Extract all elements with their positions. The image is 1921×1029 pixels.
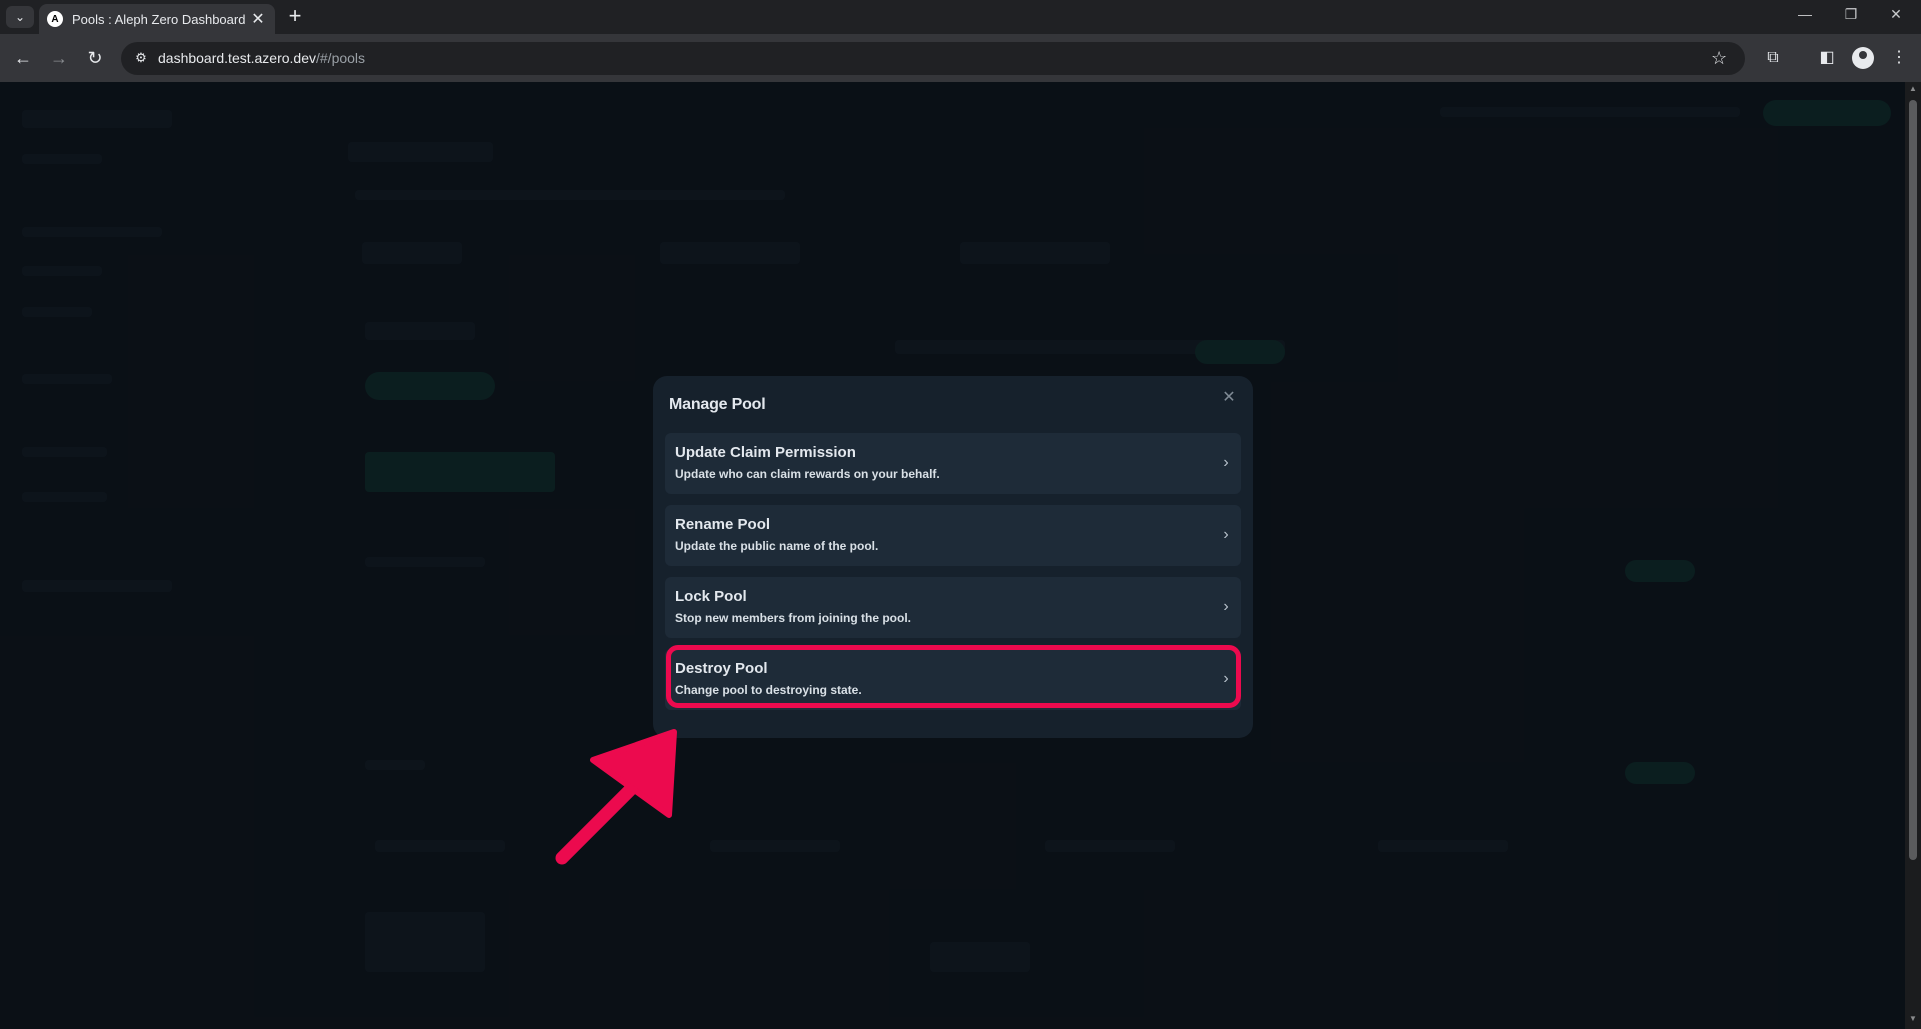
url-text[interactable]: dashboard.test.azero.dev/#/pools	[158, 50, 365, 66]
extensions-icon[interactable]: ⧉	[1762, 47, 1784, 69]
reload-button[interactable]: ↻	[83, 46, 107, 70]
chevron-right-icon: ›	[1223, 598, 1229, 615]
update-claim-permission-option[interactable]: Update Claim Permission Update who can c…	[665, 433, 1241, 494]
bookmark-star-icon[interactable]: ☆	[1711, 48, 1727, 69]
option-description: Stop new members from joining the pool.	[675, 611, 912, 625]
chevron-right-icon: ›	[1223, 526, 1229, 543]
scrollbar-thumb[interactable]	[1909, 100, 1917, 860]
modal-title: Manage Pool	[669, 396, 766, 413]
url-host: dashboard.test.azero.dev	[158, 50, 316, 66]
close-window-button[interactable]: ✕	[1873, 6, 1919, 23]
option-title: Lock Pool	[675, 588, 747, 605]
close-icon[interactable]: ✕	[1221, 390, 1237, 406]
url-path: /#/pools	[316, 50, 366, 66]
scroll-down-arrow-icon[interactable]: ▼	[1908, 1014, 1918, 1023]
page-scrollbar[interactable]: ▲ ▼	[1905, 82, 1921, 1029]
back-button[interactable]: ←	[11, 46, 35, 70]
tab-search-button[interactable]: ⌄	[6, 6, 34, 28]
restore-window-button[interactable]: ❐	[1828, 6, 1874, 23]
option-title: Update Claim Permission	[675, 444, 856, 461]
chevron-right-icon: ›	[1223, 454, 1229, 471]
destroy-pool-highlight-box	[666, 645, 1241, 708]
minimize-window-button[interactable]: —	[1782, 6, 1828, 22]
browser-menu-icon[interactable]: ⋮	[1888, 47, 1910, 69]
rename-pool-option[interactable]: Rename Pool Update the public name of th…	[665, 505, 1241, 566]
option-description: Update who can claim rewards on your beh…	[675, 467, 940, 481]
tab-title: Pools : Aleph Zero Dashboard	[72, 11, 246, 27]
lock-pool-option[interactable]: Lock Pool Stop new members from joining …	[665, 577, 1241, 638]
side-panel-icon[interactable]: ◧	[1816, 47, 1838, 69]
new-tab-button[interactable]: +	[283, 5, 307, 29]
site-info-icon[interactable]: ⚙	[133, 50, 149, 66]
browser-toolbar: ← → ↻ ⚙ dashboard.test.azero.dev/#/pools…	[0, 34, 1921, 82]
profile-avatar-icon[interactable]	[1852, 47, 1874, 69]
browser-tab[interactable]: A Pools : Aleph Zero Dashboard ✕	[39, 4, 275, 34]
scroll-up-arrow-icon[interactable]: ▲	[1908, 84, 1918, 93]
address-bar[interactable]: ⚙ dashboard.test.azero.dev/#/pools ☆	[121, 42, 1745, 75]
option-description: Update the public name of the pool.	[675, 539, 879, 553]
aleph-zero-favicon-icon: A	[47, 11, 63, 27]
forward-button[interactable]: →	[47, 46, 71, 70]
browser-tab-bar: ⌄ A Pools : Aleph Zero Dashboard ✕ + — ❐…	[0, 0, 1921, 34]
tab-close-icon[interactable]: ✕	[249, 9, 267, 29]
option-title: Rename Pool	[675, 516, 771, 533]
